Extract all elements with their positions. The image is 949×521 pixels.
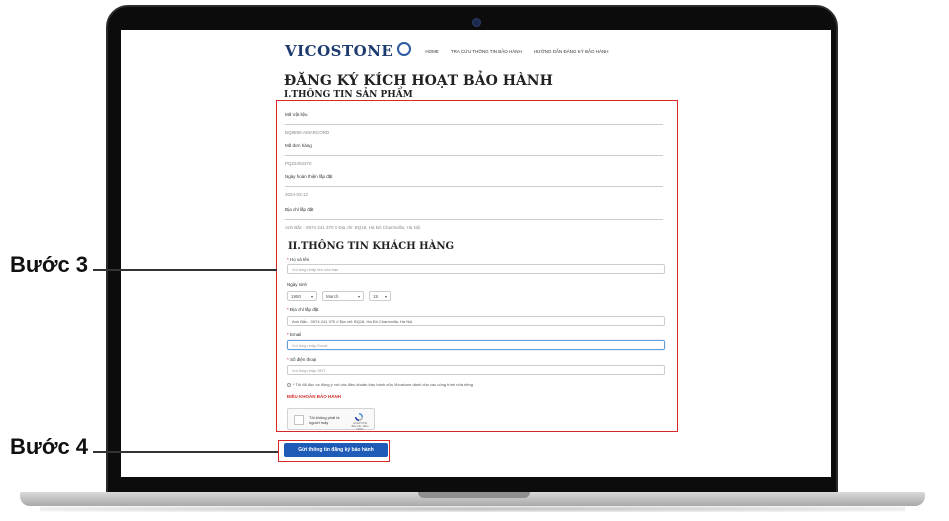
nav-home[interactable]: HOME <box>425 49 439 54</box>
laptop-shadow <box>40 506 905 512</box>
step4-pointer-line <box>93 451 278 453</box>
step4-label: Bước 4 <box>10 434 89 459</box>
step3-highlight-box <box>276 100 678 432</box>
camera-icon <box>472 18 481 27</box>
vicostone-logo[interactable]: VICOSTONE <box>285 42 393 60</box>
laptop-notch <box>418 492 530 498</box>
step3-label: Bước 3 <box>10 252 89 277</box>
section-product-title: I.THÔNG TIN SẢN PHẨM <box>284 90 413 100</box>
nav-warranty-lookup[interactable]: TRA CỨU THÔNG TIN BẢO HÀNH <box>451 49 522 54</box>
step4-highlight-box <box>278 440 390 462</box>
nav-registration-guide[interactable]: HƯỚNG DẪN ĐĂNG KÝ BẢO HÀNH <box>534 49 609 54</box>
step3-pointer-line <box>93 269 277 271</box>
page-title: ĐĂNG KÝ KÍCH HOẠT BẢO HÀNH <box>284 73 553 89</box>
logo-ring-icon <box>397 42 412 56</box>
top-nav: VICOSTONE HOME TRA CỨU THÔNG TIN BẢO HÀN… <box>285 42 609 60</box>
